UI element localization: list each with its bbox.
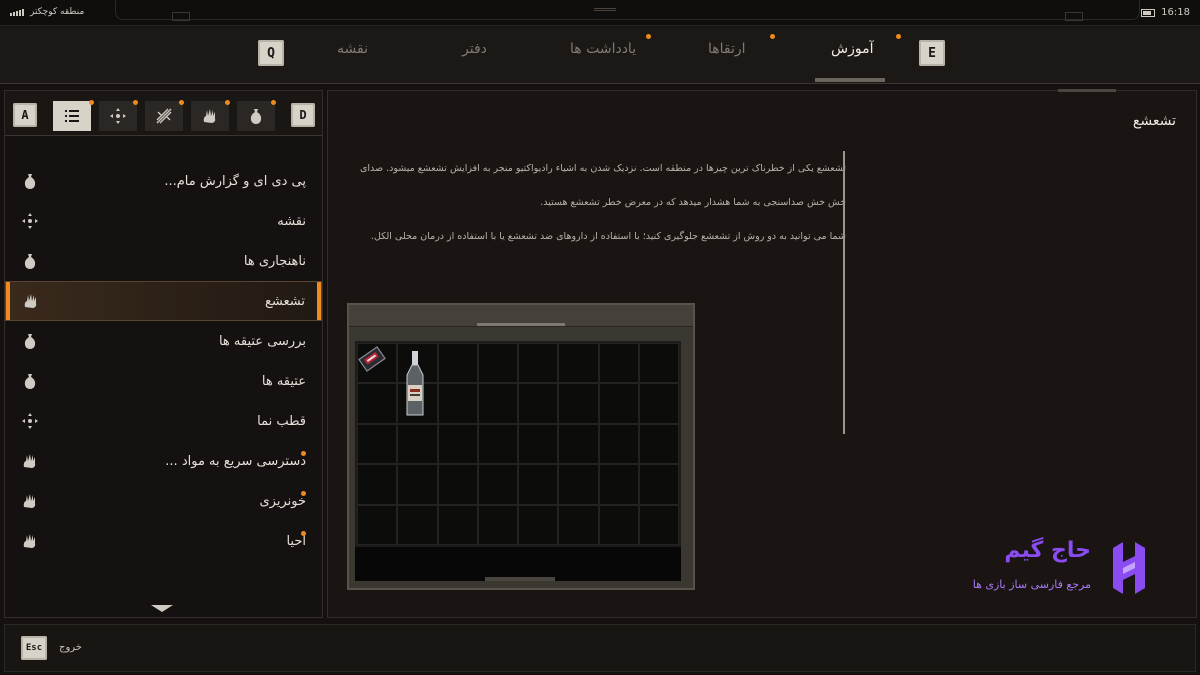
region-indicator: منطقه کوچکتر (10, 7, 84, 17)
new-indicator-dot (133, 100, 138, 105)
new-indicator-dot (225, 100, 230, 105)
watermark-name: حاج گیم (1004, 538, 1091, 563)
list-item[interactable]: نقشه (5, 201, 322, 241)
hand-icon (19, 450, 41, 472)
scroll-down-chevron-icon[interactable] (151, 605, 173, 612)
q-key-button[interactable]: Q (258, 40, 284, 66)
tab-notebook[interactable]: دفتر (462, 41, 487, 57)
frame-slot (172, 12, 190, 21)
hand-icon (203, 109, 216, 123)
sack-icon (19, 330, 41, 352)
vodka-bottle-icon[interactable] (399, 349, 431, 419)
clock-label: 16:18 (1161, 7, 1190, 18)
filter-survival-button[interactable] (191, 101, 229, 131)
inventory-footer (355, 547, 681, 581)
paragraph: شما می توانید به دو روش از تشعشع جلوگیری… (370, 231, 846, 242)
sack-icon (19, 170, 41, 192)
filter-combat-button[interactable] (145, 101, 183, 131)
top-frame-decoration (115, 0, 1140, 21)
inventory-preview (347, 303, 695, 590)
signal-icon (10, 8, 24, 16)
list-item[interactable]: پی دی ای و گزارش مام... (5, 161, 322, 201)
main-tab-bar: Q نقشه دفتر یادداشت ها ارتقاها آموزش E (0, 27, 1200, 84)
sack-icon (19, 250, 41, 272)
list-item[interactable]: خونریزی (5, 481, 322, 521)
tab-notes[interactable]: یادداشت ها (570, 41, 636, 57)
tab-map[interactable]: نقشه (337, 41, 368, 57)
tutorial-description: تشعشع یکی از خطرناک ترین چیزها در منطقه … (346, 161, 846, 263)
list-item-label: نقشه (277, 213, 306, 229)
page-title: تشعشع (1132, 113, 1176, 129)
list-item[interactable]: عتیقه ها (5, 361, 322, 401)
esc-key-button[interactable]: Esc (21, 636, 47, 660)
new-indicator-dot (179, 100, 184, 105)
new-indicator-dot (301, 491, 306, 496)
tab-upgrades[interactable]: ارتقاها (708, 41, 746, 57)
frame-grip (594, 8, 616, 11)
new-indicator-dot (301, 451, 306, 456)
sack-icon (250, 109, 262, 124)
a-key-button[interactable]: A (13, 103, 37, 127)
tutorial-content-panel: تشعشع تشعشع یکی از خطرناک ترین چیزها در … (327, 89, 1197, 618)
new-indicator-dot (89, 100, 94, 105)
list-item[interactable]: ناهنجاری ها (5, 241, 322, 281)
list-item[interactable]: بررسی عتیقه ها (5, 321, 322, 361)
sack-icon (19, 370, 41, 392)
list-item-selected[interactable]: تشعشع (5, 281, 322, 321)
inventory-header (349, 305, 693, 327)
list-item-label: پی دی ای و گزارش مام... (164, 173, 306, 189)
site-logo-icon (1113, 542, 1145, 594)
region-label: منطقه کوچکتر (30, 7, 85, 17)
filter-list-button[interactable] (53, 101, 91, 131)
e-key-button[interactable]: E (919, 40, 945, 66)
anti-rad-pack-icon[interactable] (357, 346, 391, 378)
hand-icon (20, 290, 42, 312)
battery-icon (1141, 8, 1156, 17)
new-indicator-dot (896, 34, 901, 39)
crosshair-icon (19, 410, 41, 432)
list-icon (65, 110, 79, 122)
status-bar: منطقه کوچکتر 16:18 (0, 0, 1200, 26)
list-item[interactable]: احیا (5, 521, 322, 561)
frame-slot (1065, 12, 1083, 21)
filter-toolbar: A D (5, 91, 322, 136)
list-item-label: عتیقه ها (261, 373, 306, 389)
list-item-label: خونریزی (259, 493, 306, 509)
list-item[interactable]: دسترسی سریع به مواد ... (5, 441, 322, 481)
crosshair-icon (19, 210, 41, 232)
list-item-label: قطب نما (257, 413, 306, 429)
text-scrollbar[interactable] (843, 151, 845, 434)
active-tab-underline (815, 78, 885, 82)
tutorial-list: پی دی ای و گزارش مام... نقشه ناهنجاری ها… (5, 161, 324, 561)
new-indicator-dot (301, 531, 306, 536)
filter-compass-button[interactable] (99, 101, 137, 131)
filter-items-button[interactable] (237, 101, 275, 131)
list-item[interactable]: قطب نما (5, 401, 322, 441)
sword-cross-icon (156, 108, 172, 124)
tutorial-sidebar: A D پی دی ای و گزارش مام... نقشه ناهنجار… (4, 90, 323, 618)
tab-tutorial[interactable]: آموزش (831, 41, 873, 57)
new-indicator-dot (646, 34, 651, 39)
hand-icon (19, 490, 41, 512)
new-indicator-dot (770, 34, 775, 39)
panel-decoration (1058, 89, 1116, 92)
paragraph: خش خش صداسنجی به شما هشدار میدهد که در م… (540, 197, 846, 208)
footer-bar: Esc خروج (4, 624, 1196, 672)
list-item-label: بررسی عتیقه ها (218, 333, 306, 349)
list-item-label: تشعشع (264, 293, 305, 309)
crosshair-icon (110, 108, 126, 124)
list-item-label: ناهنجاری ها (243, 253, 306, 269)
watermark-tagline: مرجع فارسی ساز بازی ها (972, 578, 1091, 591)
list-item-label: دسترسی سریع به مواد ... (165, 453, 306, 469)
d-key-button[interactable]: D (291, 103, 315, 127)
hand-icon (19, 530, 41, 552)
clock: 16:18 (1141, 7, 1190, 18)
new-indicator-dot (271, 100, 276, 105)
paragraph: تشعشع یکی از خطرناک ترین چیزها در منطقه … (359, 163, 846, 174)
exit-label[interactable]: خروج (59, 642, 82, 653)
watermark: حاج گیم مرجع فارسی ساز بازی ها (973, 536, 1151, 602)
